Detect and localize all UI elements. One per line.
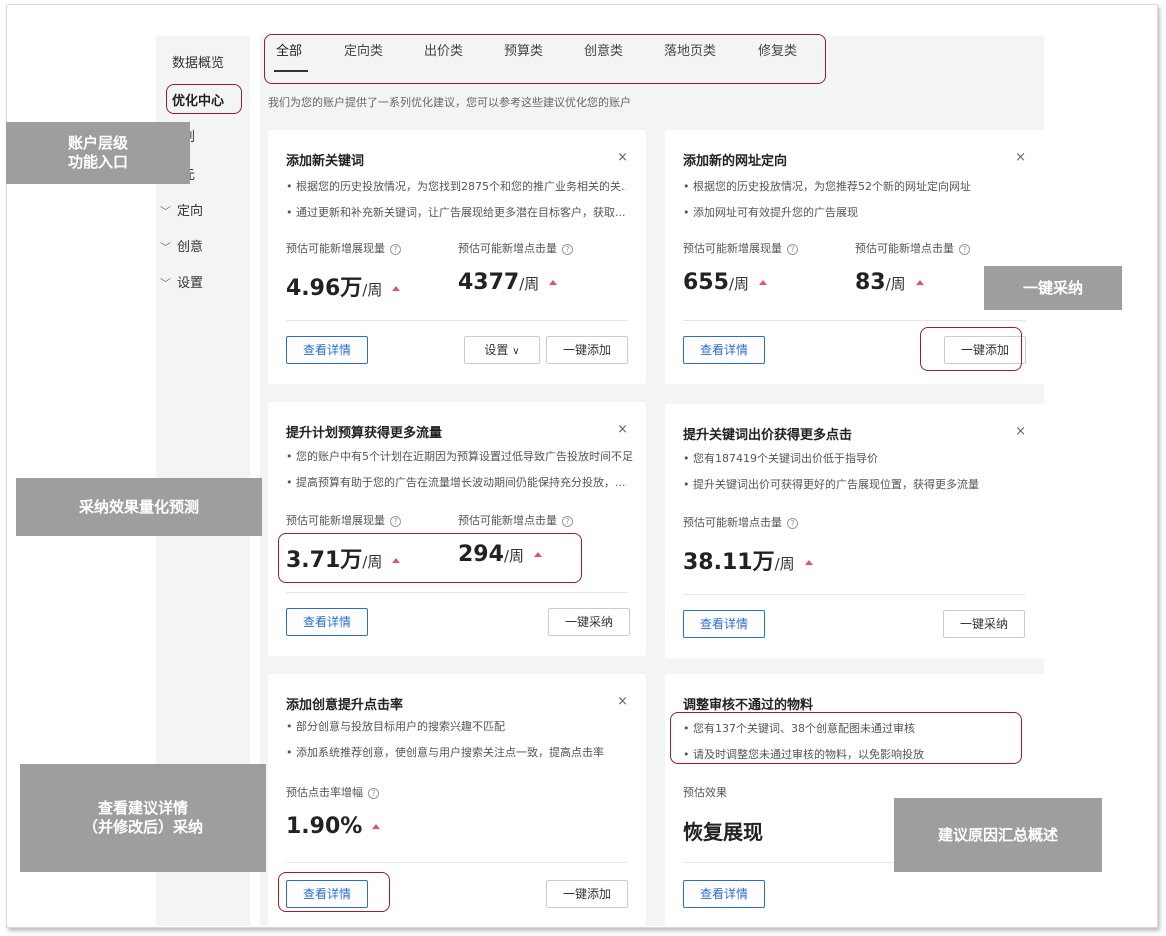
metric-value: 4377/周	[458, 270, 558, 295]
metric-value: 1.90%	[286, 814, 381, 839]
metric-value: 恢复展现	[683, 820, 763, 844]
arrow-up-icon	[392, 286, 401, 291]
metric-value: 38.11万/周	[683, 544, 813, 576]
card-reason: • 您的账户中有5个计划在近期因为预算设置过低导致广告投放时间不足	[286, 450, 633, 463]
suggestion-card-raise-budget: 提升计划预算获得更多流量 × • 您的账户中有5个计划在近期因为预算设置过低导致…	[268, 402, 646, 656]
highlight-one-click-button	[920, 327, 1022, 371]
view-details-button[interactable]: 查看详情	[286, 336, 368, 364]
sidebar-item-targeting[interactable]: ﹀ 定向	[160, 200, 203, 219]
metric-label: 预估可能新增展现量?	[683, 240, 798, 256]
metric-label: 预估可能新增点击量?	[458, 512, 573, 528]
highlight-optimization-center	[166, 84, 242, 114]
suggestion-card-raise-bids: 提升关键词出价获得更多点击 × • 您有187419个关键词出价低于指导价 • …	[665, 404, 1044, 658]
help-icon[interactable]: ?	[562, 516, 573, 527]
help-icon[interactable]: ?	[562, 244, 573, 255]
card-reason: • 提高预算有助于您的广告在流量增长波动期间仍能保持充分投放，...	[286, 476, 626, 489]
metric-value: 4.96万/周	[286, 270, 401, 302]
divider	[683, 320, 1026, 321]
annotation-one-click: 一键采纳	[984, 266, 1122, 310]
arrow-up-icon	[915, 280, 924, 285]
suggestion-card-add-keywords: 添加新关键词 × • 根据您的历史投放情况，为您找到2875个和您的推广业务相关…	[268, 130, 646, 384]
highlight-view-details	[278, 872, 390, 912]
close-icon[interactable]: ×	[1015, 150, 1026, 165]
card-title: 添加创意提升点击率	[286, 698, 404, 713]
view-details-button[interactable]: 查看详情	[683, 880, 765, 908]
metric-label: 预估可能新增展现量?	[286, 512, 401, 528]
annotation-summary: 建议原因汇总概述	[894, 798, 1102, 872]
one-click-adopt-button[interactable]: 一键采纳	[943, 610, 1025, 638]
highlight-reason-summary	[670, 712, 1022, 764]
card-title: 提升关键词出价获得更多点击	[683, 428, 853, 443]
help-icon[interactable]: ?	[390, 516, 401, 527]
annotation-detail: 查看建议详情 （并修改后）采纳	[20, 764, 266, 872]
annotation-entry: 账户层级 功能入口	[6, 122, 190, 184]
card-reason: • 根据您的历史投放情况，为您找到2875个和您的推广业务相关的关...	[286, 180, 626, 193]
annotation-forecast: 采纳效果量化预测	[16, 478, 262, 536]
intro-text: 我们为您的账户提供了一系列优化建议，您可以参考这些建议优化您的账户	[268, 96, 631, 109]
settings-dropdown[interactable]: 设置 ∨	[464, 336, 540, 364]
close-icon[interactable]: ×	[617, 694, 628, 709]
chevron-down-icon: ﹀	[160, 241, 171, 254]
help-icon[interactable]: ?	[368, 788, 379, 799]
view-details-button[interactable]: 查看详情	[683, 336, 765, 364]
card-title: 调整审核不通过的物料	[683, 698, 814, 713]
card-title: 提升计划预算获得更多流量	[286, 426, 443, 441]
metric-value: 655/周	[683, 270, 767, 295]
card-title: 添加新的网址定向	[683, 154, 788, 169]
chevron-down-icon: ﹀	[160, 277, 171, 290]
metric-label: 预估效果	[683, 786, 727, 799]
arrow-up-icon	[759, 280, 767, 285]
divider	[683, 594, 1026, 595]
view-details-button[interactable]: 查看详情	[683, 610, 765, 638]
one-click-add-button[interactable]: 一键添加	[546, 336, 628, 364]
help-icon[interactable]: ?	[787, 518, 798, 529]
divider	[286, 862, 628, 863]
divider	[286, 320, 628, 321]
chevron-down-icon: ∨	[512, 346, 520, 357]
card-reason: • 添加系统推荐创意，使创意与用户搜索关注点一致，提高点击率	[286, 746, 604, 759]
sidebar-item-settings[interactable]: ﹀ 设置	[160, 272, 203, 291]
arrow-up-icon	[372, 824, 381, 829]
metric-label: 预估可能新增展现量?	[286, 240, 401, 256]
help-icon[interactable]: ?	[959, 244, 970, 255]
close-icon[interactable]: ×	[617, 150, 628, 165]
metric-label: 预估可能新增点击量?	[458, 240, 573, 256]
arrow-up-icon	[804, 560, 813, 565]
card-reason: • 您有187419个关键词出价低于指导价	[683, 452, 878, 465]
one-click-add-button[interactable]: 一键添加	[546, 880, 628, 908]
arrow-up-icon	[549, 280, 558, 285]
sidebar-item-creative[interactable]: ﹀ 创意	[160, 236, 203, 255]
card-reason: • 根据您的历史投放情况，为您推荐52个新的网址定向网址	[683, 180, 971, 193]
card-reason: • 提升关键词出价可获得更好的广告展现位置，获得更多流量	[683, 478, 979, 491]
metric-value: 83/周	[855, 270, 924, 295]
card-reason: • 添加网址可有效提升您的广告展现	[683, 206, 858, 219]
sidebar-item-overview[interactable]: 数据概览	[172, 52, 224, 71]
help-icon[interactable]: ?	[787, 244, 798, 255]
highlight-tabs	[264, 34, 826, 84]
card-reason: • 通过更新和补充新关键词，让广告展现给更多潜在目标客户，获取...	[286, 206, 626, 219]
view-details-button[interactable]: 查看详情	[286, 608, 368, 636]
highlight-forecast-metrics	[278, 533, 582, 583]
close-icon[interactable]: ×	[1015, 424, 1026, 439]
card-reason: • 部分创意与投放目标用户的搜索兴趣不匹配	[286, 720, 505, 733]
card-title: 添加新关键词	[286, 154, 365, 169]
metric-label: 预估点击率增幅?	[286, 784, 379, 800]
metric-label: 预估可能新增点击量?	[855, 240, 970, 256]
one-click-adopt-button[interactable]: 一键采纳	[548, 608, 630, 636]
chevron-down-icon: ﹀	[160, 205, 171, 218]
close-icon[interactable]: ×	[617, 422, 628, 437]
metric-label: 预估可能新增点击量?	[683, 514, 798, 530]
help-icon[interactable]: ?	[390, 244, 401, 255]
divider	[286, 592, 628, 593]
